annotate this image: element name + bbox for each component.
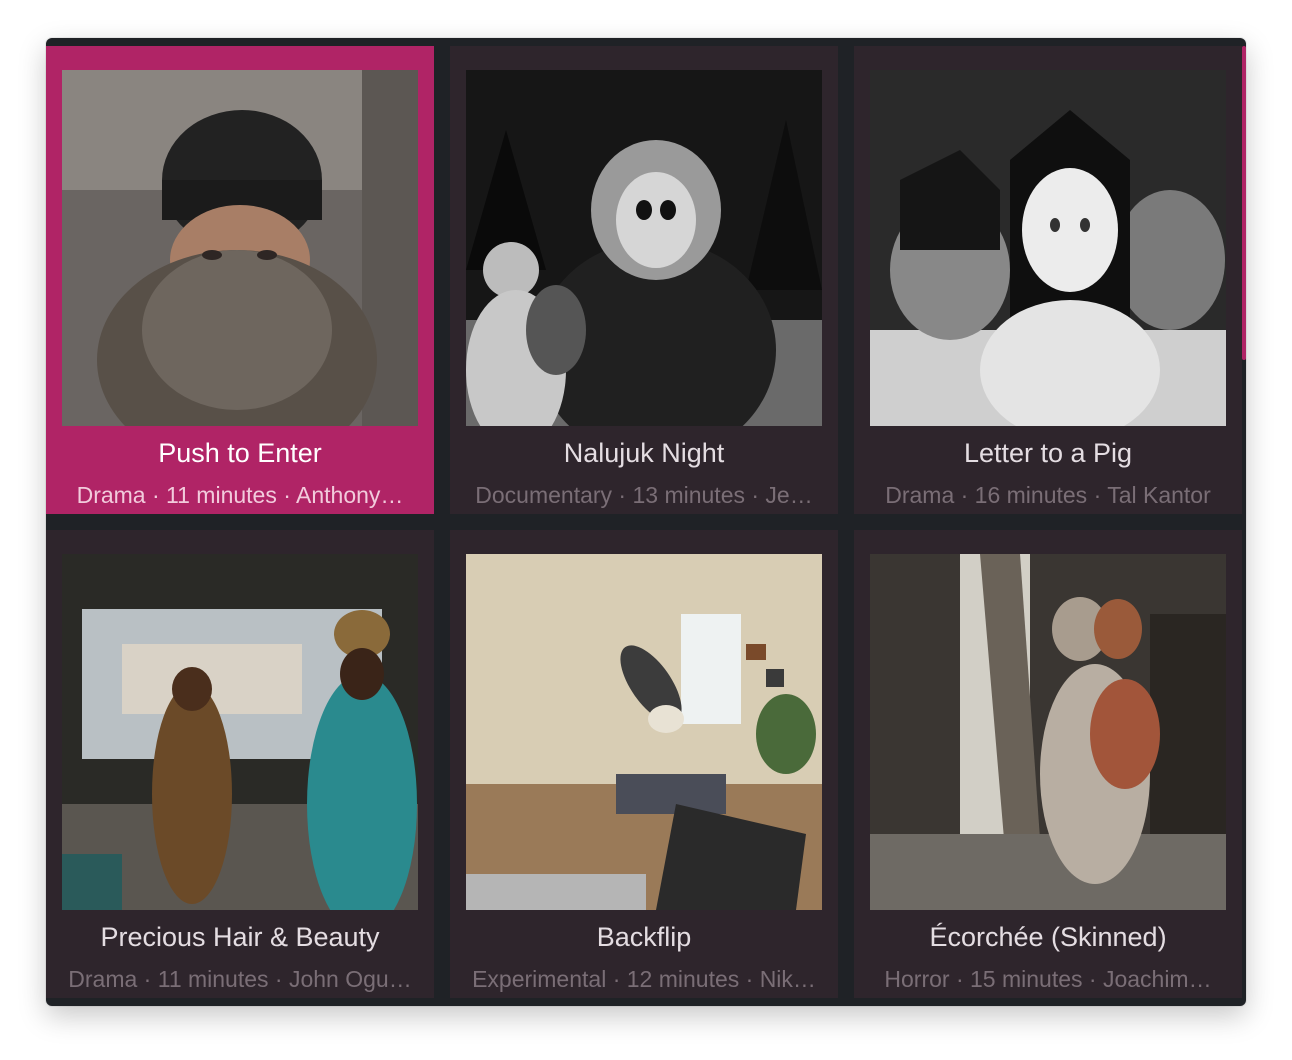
film-thumbnail [870, 554, 1226, 910]
film-tile-nalujuk-night[interactable]: Nalujuk Night Documentary · 13 minutes ·… [450, 46, 838, 514]
film-tile-backflip[interactable]: Backflip Experimental · 12 minutes · Nik… [450, 530, 838, 998]
film-meta: Documentary · 13 minutes · Je… [475, 482, 813, 508]
film-meta: Drama · 16 minutes · Tal Kantor [885, 482, 1211, 508]
film-tile-letter-to-a-pig[interactable]: Letter to a Pig Drama · 16 minutes · Tal… [854, 46, 1242, 514]
film-thumbnail [62, 554, 418, 910]
film-title: Push to Enter [158, 438, 322, 468]
film-thumbnail [62, 70, 418, 426]
film-thumbnail [870, 70, 1226, 426]
film-tile-precious-hair-beauty[interactable]: Precious Hair & Beauty Drama · 11 minute… [46, 530, 434, 998]
film-tile-ecorchee-skinned[interactable]: Écorchée (Skinned) Horror · 15 minutes ·… [854, 530, 1242, 998]
film-meta: Horror · 15 minutes · Joachim… [884, 966, 1212, 992]
film-grid: Push to Enter Drama · 11 minutes · Antho… [46, 38, 1246, 1006]
film-title: Letter to a Pig [963, 438, 1133, 468]
film-meta: Drama · 11 minutes · Anthony… [76, 482, 404, 508]
scrollbar[interactable] [1242, 46, 1246, 360]
film-thumbnail [466, 70, 822, 426]
film-title: Backflip [596, 922, 692, 952]
film-browser-window: Push to Enter Drama · 11 minutes · Antho… [46, 38, 1246, 1006]
film-title: Nalujuk Night [563, 438, 725, 468]
film-meta: Experimental · 12 minutes · Nik… [472, 966, 816, 992]
film-meta: Drama · 11 minutes · John Ogu… [68, 966, 412, 992]
film-title: Precious Hair & Beauty [100, 922, 380, 952]
film-tile-push-to-enter[interactable]: Push to Enter Drama · 11 minutes · Antho… [46, 46, 434, 514]
film-thumbnail [466, 554, 822, 910]
film-title: Écorchée (Skinned) [929, 922, 1167, 952]
